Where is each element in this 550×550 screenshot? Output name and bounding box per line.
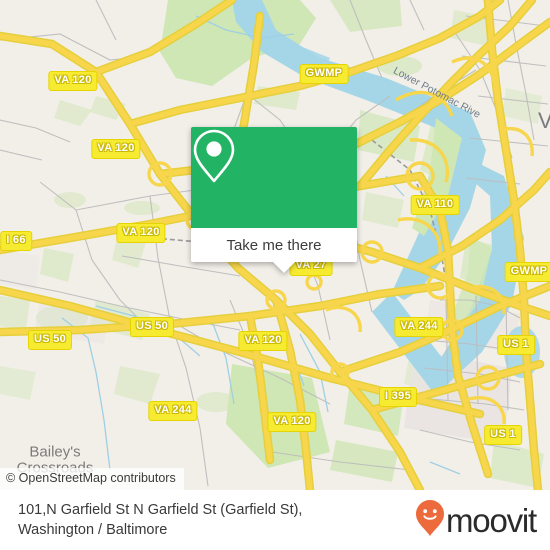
road-shield: VA 120 xyxy=(116,223,166,243)
map-screenshot: VA 120 GWMP VA 120 VA 110 VA 120 I 66 VA… xyxy=(0,0,550,550)
popup-pointer-tail xyxy=(273,262,295,273)
road-shield: VA 110 xyxy=(410,195,460,215)
road-shield: VA 244 xyxy=(394,317,444,337)
road-shield: VA 244 xyxy=(148,401,198,421)
road-shield: GWMP xyxy=(299,64,349,84)
road-shield: VA 120 xyxy=(48,71,98,91)
location-popup-card[interactable]: Take me there xyxy=(191,127,357,273)
road-shield: I 66 xyxy=(0,231,32,251)
moovit-logo[interactable]: moovit xyxy=(415,499,537,542)
road-shield: US 50 xyxy=(129,317,175,337)
osm-attribution[interactable]: © OpenStreetMap contributors xyxy=(0,468,184,490)
road-shield: US 50 xyxy=(27,330,73,350)
popup-icon-panel xyxy=(191,127,357,228)
address-line-2: Washington / Baltimore xyxy=(18,522,168,538)
road-shield: I 395 xyxy=(379,387,417,407)
popup-cta-panel[interactable]: Take me there xyxy=(191,228,357,262)
moovit-wordmark: moovit xyxy=(446,501,537,539)
moovit-pin-smiley-icon xyxy=(415,499,445,542)
road-shield: VA 120 xyxy=(238,331,288,351)
road-shield: VA 120 xyxy=(267,412,317,432)
footer-bar: 101,N Garfield St N Garfield St (Garfiel… xyxy=(0,490,550,550)
address-line-1: 101,N Garfield St N Garfield St (Garfiel… xyxy=(18,502,303,518)
road-shield: GWMP xyxy=(504,262,550,282)
road-shield: US 1 xyxy=(497,335,535,355)
address-block: 101,N Garfield St N Garfield St (Garfiel… xyxy=(18,500,302,540)
take-me-there-label: Take me there xyxy=(226,236,322,254)
road-shield: VA 120 xyxy=(91,139,141,159)
map-canvas[interactable]: VA 120 GWMP VA 120 VA 110 VA 120 I 66 VA… xyxy=(0,0,550,490)
road-shield: US 1 xyxy=(484,425,522,445)
edge-city-label: V xyxy=(538,108,550,133)
